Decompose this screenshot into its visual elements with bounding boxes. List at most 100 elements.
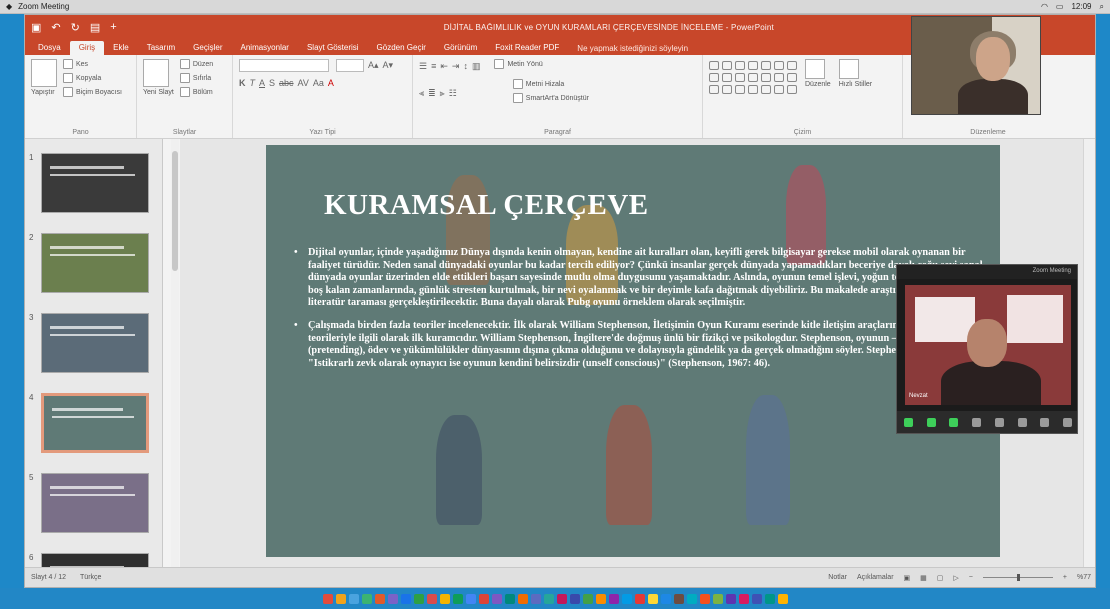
taskbar-app-icon[interactable] — [686, 593, 697, 604]
copy-button[interactable]: Kopyala — [63, 73, 122, 83]
taskbar-app-icon[interactable] — [738, 593, 749, 604]
tell-me-search[interactable]: Ne yapmak istediğinizi söyleyin — [568, 42, 697, 55]
taskbar-app-icon[interactable] — [465, 593, 476, 604]
columns-icon[interactable]: ▥ — [472, 61, 481, 72]
taskbar-app-icon[interactable] — [556, 593, 567, 604]
format-painter-button[interactable]: Biçim Boyacısı — [63, 87, 122, 97]
font-size-select[interactable] — [336, 59, 364, 72]
slide-thumbnail[interactable] — [41, 153, 149, 213]
scrollbar-thumb[interactable] — [172, 151, 178, 271]
taskbar-app-icon[interactable] — [361, 593, 372, 604]
speaker-video-thumbnail[interactable] — [911, 16, 1041, 115]
video-icon[interactable] — [926, 417, 936, 427]
record-icon[interactable] — [1017, 417, 1027, 427]
italic-icon[interactable]: T — [250, 78, 256, 88]
taskbar-app-icon[interactable] — [634, 593, 645, 604]
zoom-out-icon[interactable]: − — [969, 574, 973, 581]
taskbar-app-icon[interactable] — [582, 593, 593, 604]
cut-button[interactable]: Kes — [63, 59, 122, 69]
taskbar-app-icon[interactable] — [426, 593, 437, 604]
taskbar-app-icon[interactable] — [530, 593, 541, 604]
bold-icon[interactable]: K — [239, 78, 246, 88]
taskbar-app-icon[interactable] — [543, 593, 554, 604]
section-button[interactable]: Bölüm — [179, 87, 213, 97]
reactions-icon[interactable] — [1040, 417, 1050, 427]
zoom-meeting-window[interactable]: Zoom Meeting Nevzat — [896, 264, 1078, 434]
taskbar-app-icon[interactable] — [608, 593, 619, 604]
ribbon-tab[interactable]: Geçişler — [184, 41, 231, 55]
paste-button[interactable]: Yapıştır — [31, 59, 57, 101]
layout-button[interactable]: Düzen — [179, 59, 213, 69]
align-center-icon[interactable]: ≣ — [428, 88, 436, 99]
font-color-icon[interactable]: A — [328, 78, 334, 88]
smartart-button[interactable]: SmartArt'a Dönüştür — [512, 93, 589, 103]
ribbon-tab[interactable]: Slayt Gösterisi — [298, 41, 368, 55]
taskbar-app-icon[interactable] — [777, 593, 788, 604]
shadow-icon[interactable]: S — [269, 78, 275, 88]
notes-button[interactable]: Notlar — [828, 574, 847, 581]
sorter-view-icon[interactable]: ▦ — [920, 574, 927, 582]
redo-icon[interactable]: ↻ — [71, 21, 80, 34]
decrease-indent-icon[interactable]: ⇤ — [440, 61, 448, 72]
ribbon-tab[interactable]: Dosya — [29, 41, 70, 55]
taskbar-app-icon[interactable] — [725, 593, 736, 604]
ribbon-tab[interactable]: Foxit Reader PDF — [486, 41, 568, 55]
slide-thumbnail[interactable] — [41, 393, 149, 453]
slideshow-view-icon[interactable]: ▷ — [953, 574, 958, 582]
taskbar-app-icon[interactable] — [478, 593, 489, 604]
app-name[interactable]: Zoom Meeting — [18, 2, 69, 11]
battery-icon[interactable]: ▭ — [1056, 2, 1064, 11]
slide-scrollbar[interactable] — [1083, 139, 1095, 569]
taskbar-app-icon[interactable] — [517, 593, 528, 604]
font-name-select[interactable] — [239, 59, 329, 72]
underline-icon[interactable]: A — [259, 78, 265, 88]
taskbar-app-icon[interactable] — [387, 593, 398, 604]
numbering-icon[interactable]: ≡ — [431, 61, 436, 71]
participants-icon[interactable] — [949, 417, 959, 427]
share-icon[interactable] — [972, 417, 982, 427]
justify-icon[interactable]: ☷ — [449, 88, 457, 99]
taskbar-app-icon[interactable] — [322, 593, 333, 604]
spacing-icon[interactable]: AV — [298, 78, 309, 88]
taskbar-app-icon[interactable] — [335, 593, 346, 604]
text-direction-button[interactable]: Metin Yönü — [494, 59, 543, 69]
taskbar-app-icon[interactable] — [491, 593, 502, 604]
taskbar-app-icon[interactable] — [452, 593, 463, 604]
align-text-button[interactable]: Metni Hizala — [512, 79, 589, 89]
ribbon-tab[interactable]: Görünüm — [435, 41, 486, 55]
taskbar-app-icon[interactable] — [374, 593, 385, 604]
more-icon[interactable] — [1063, 417, 1073, 427]
zoom-level[interactable]: %77 — [1077, 574, 1091, 581]
wifi-icon[interactable]: ◠ — [1041, 2, 1048, 11]
shapes-gallery[interactable] — [709, 61, 797, 94]
grow-font-icon[interactable]: A▴ — [368, 60, 379, 71]
align-left-icon[interactable]: ⫷ — [419, 88, 424, 99]
search-icon[interactable]: ⌕ — [1100, 2, 1104, 12]
save-icon[interactable]: ▣ — [31, 21, 41, 34]
taskbar-app-icon[interactable] — [569, 593, 580, 604]
undo-icon[interactable]: ↶ — [51, 21, 60, 34]
thumbnails-scrollbar[interactable] — [171, 139, 179, 569]
taskbar-app-icon[interactable] — [439, 593, 450, 604]
reset-button[interactable]: Sıfırla — [179, 73, 213, 83]
current-slide[interactable]: KURAMSAL ÇERÇEVE Dijital oyunlar, içinde… — [266, 145, 1000, 557]
mute-icon[interactable] — [903, 417, 913, 427]
chat-icon[interactable] — [994, 417, 1004, 427]
taskbar-app-icon[interactable] — [647, 593, 658, 604]
slide-thumbnail[interactable] — [41, 233, 149, 293]
increase-indent-icon[interactable]: ⇥ — [452, 61, 460, 72]
align-right-icon[interactable]: ⫸ — [440, 88, 445, 99]
strikethrough-icon[interactable]: abc — [279, 78, 294, 88]
taskbar-app-icon[interactable] — [348, 593, 359, 604]
taskbar-app-icon[interactable] — [413, 593, 424, 604]
apple-icon[interactable]: ◆ — [6, 2, 12, 11]
new-slide-button[interactable]: Yeni Slayt — [143, 59, 174, 101]
reading-view-icon[interactable]: ▢ — [937, 574, 944, 582]
language-indicator[interactable]: Türkçe — [80, 574, 101, 581]
ribbon-tab[interactable]: Tasarım — [138, 41, 184, 55]
comments-button[interactable]: Açıklamalar — [857, 574, 894, 581]
ribbon-tab[interactable]: Gözden Geçir — [368, 41, 435, 55]
taskbar-app-icon[interactable] — [504, 593, 515, 604]
arrange-button[interactable]: Düzenle — [805, 59, 831, 94]
shrink-font-icon[interactable]: A▾ — [383, 60, 394, 71]
